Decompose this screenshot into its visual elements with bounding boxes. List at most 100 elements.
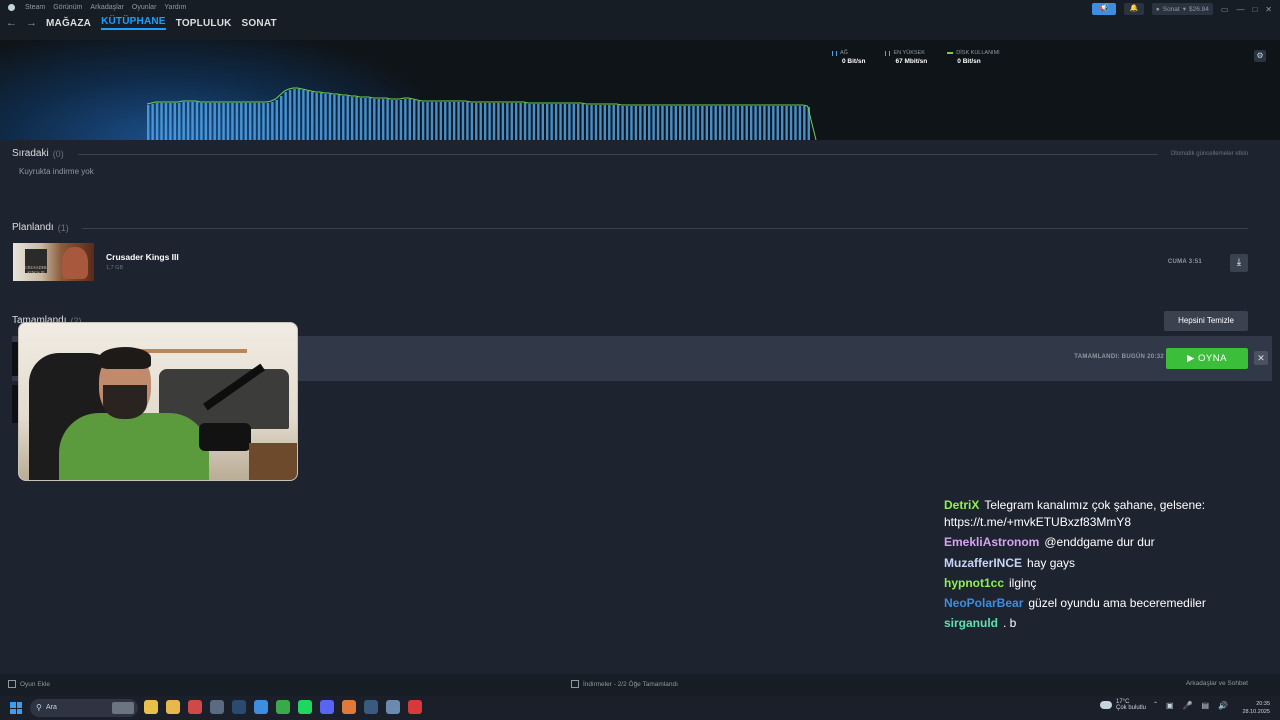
scheduled-time: CUMA 3:51 xyxy=(1167,259,1202,265)
microphone-icon[interactable]: 🎤 xyxy=(1183,701,1193,710)
announcements-button[interactable]: 📢 xyxy=(1091,3,1116,15)
download-bar xyxy=(514,103,518,140)
taskbar-apps xyxy=(144,700,422,714)
back-arrow-icon[interactable]: ← xyxy=(6,17,17,29)
weather-widget[interactable]: 17°C Çok bulutlu xyxy=(1100,699,1146,711)
download-bar xyxy=(284,92,287,140)
app-tray-icon[interactable]: ▣ xyxy=(1166,701,1174,710)
download-bar xyxy=(568,104,571,140)
completed-status: TAMAMLANDI: BUGÜN 20:32 xyxy=(1074,354,1164,360)
auto-updates-note[interactable]: Otomatik güncellemeler etkin xyxy=(1171,151,1248,157)
chevron-up-icon[interactable]: ˆ xyxy=(1154,701,1157,710)
download-bar xyxy=(665,106,669,140)
windows-start-icon[interactable] xyxy=(10,702,22,714)
close-window-button[interactable]: ✕ xyxy=(1265,5,1272,14)
avatar: ● xyxy=(1155,5,1160,13)
play-button[interactable]: ▶ OYNA xyxy=(1166,348,1248,369)
download-bar xyxy=(630,106,633,140)
download-bar xyxy=(794,106,797,140)
nav-library[interactable]: KÜTÜPHANE xyxy=(101,16,166,30)
app-icon[interactable] xyxy=(188,700,202,714)
download-bar xyxy=(705,106,709,140)
app-icon[interactable] xyxy=(342,700,356,714)
gear-icon[interactable]: ⚙ xyxy=(1254,50,1266,62)
clear-all-button[interactable]: Hepsini Temizle xyxy=(1164,311,1248,331)
download-bar xyxy=(408,99,412,140)
steam-active-icon[interactable] xyxy=(364,700,378,714)
scheduled-game-row[interactable]: CRUSADER KINGS III Crusader Kings III 1,… xyxy=(12,242,1248,282)
taskbar-clock[interactable]: 20:35 28.10.2025 xyxy=(1242,700,1270,716)
add-game-button[interactable]: Oyun Ekle xyxy=(8,680,50,688)
download-bar xyxy=(315,93,318,140)
nav-store[interactable]: MAĞAZA xyxy=(46,18,91,29)
volume-icon[interactable]: 🔊 xyxy=(1218,701,1228,710)
queue-header: Sıradaki (0) xyxy=(12,148,64,159)
download-bar xyxy=(302,90,305,140)
menu-help[interactable]: Yardım xyxy=(164,4,186,11)
chat-text: hay gays xyxy=(1027,555,1076,570)
menu-steam[interactable]: Steam xyxy=(25,4,45,11)
game-size: 1,7 GB xyxy=(106,265,124,271)
chrome-icon[interactable] xyxy=(144,700,158,714)
download-bar xyxy=(209,103,212,140)
game-cover[interactable]: CRUSADER KINGS III xyxy=(13,243,94,281)
minimize-button[interactable]: — xyxy=(1236,5,1244,14)
forward-arrow-icon[interactable]: → xyxy=(26,17,37,29)
download-bar xyxy=(444,102,447,140)
nav-profile[interactable]: SONAT xyxy=(242,18,277,29)
chevron-down-icon: ▾ xyxy=(1182,6,1186,13)
discord-icon[interactable] xyxy=(320,700,334,714)
download-bar xyxy=(483,103,487,140)
taskbar-search[interactable]: ⚲ Ara xyxy=(30,699,138,717)
download-bar xyxy=(319,93,323,140)
big-picture-icon[interactable]: ▭ xyxy=(1221,5,1229,14)
app-icon[interactable] xyxy=(408,700,422,714)
maximize-button[interactable]: □ xyxy=(1252,5,1257,14)
stat-disk-label: DİSK KULLANIMI xyxy=(956,50,1000,56)
app-icon[interactable] xyxy=(386,700,400,714)
download-bar xyxy=(333,95,336,140)
app-icon[interactable] xyxy=(254,700,268,714)
steam-icon[interactable] xyxy=(232,700,246,714)
close-icon[interactable]: ✕ xyxy=(1254,351,1268,365)
game-title[interactable]: Crusader Kings III xyxy=(106,252,179,262)
download-bar xyxy=(732,106,735,140)
download-bar xyxy=(749,106,753,140)
file-explorer-icon[interactable] xyxy=(166,700,180,714)
spotify-icon[interactable] xyxy=(298,700,312,714)
download-bar xyxy=(497,103,500,140)
friends-chat-button[interactable]: Arkadaşlar ve Sohbet xyxy=(1186,680,1248,687)
obs-icon[interactable] xyxy=(210,700,224,714)
download-bar xyxy=(470,103,474,140)
download-bar xyxy=(200,103,203,140)
download-bar xyxy=(581,104,584,140)
chat-message: NeoPolarBear güzel oyundu ama beceremedil… xyxy=(944,593,1244,613)
download-bar xyxy=(191,102,194,140)
menu-friends[interactable]: Arkadaşlar xyxy=(90,4,123,11)
webcam-person-body xyxy=(59,413,209,480)
download-bar xyxy=(359,98,363,140)
menu-games[interactable]: Oyunlar xyxy=(132,4,157,11)
network-icon[interactable]: ▤ xyxy=(1201,701,1209,710)
nav-community[interactable]: TOPLULUK xyxy=(176,18,232,29)
download-icon[interactable]: ⤓ xyxy=(1230,254,1248,272)
download-bar xyxy=(647,106,651,140)
download-bar xyxy=(758,106,762,140)
download-bar xyxy=(222,103,225,140)
downloads-label: İndirmeler - 2/2 Öğe Tamamlandı xyxy=(583,680,678,688)
download-bar xyxy=(550,104,553,140)
downloads-status[interactable]: İndirmeler - 2/2 Öğe Tamamlandı xyxy=(571,680,678,688)
account-menu[interactable]: ● Sonat ▾ $26.84 xyxy=(1151,3,1213,15)
steam-logo-icon xyxy=(8,4,15,11)
download-bar xyxy=(563,104,567,140)
scheduled-count: (1) xyxy=(57,222,69,233)
download-bar xyxy=(523,103,527,140)
menu-view[interactable]: Görünüm xyxy=(53,4,82,11)
chat-message: DetriX Telegram kanalımız çok şahane, gel… xyxy=(944,498,1244,512)
download-bar xyxy=(364,98,367,140)
stat-disk: DİSK KULLANIMI 0 Bit/sn xyxy=(947,50,1000,65)
app-icon[interactable] xyxy=(276,700,290,714)
notifications-bell-icon[interactable]: 🔔 xyxy=(1123,3,1144,15)
download-bar xyxy=(204,103,208,140)
download-graph-svg xyxy=(146,87,817,140)
